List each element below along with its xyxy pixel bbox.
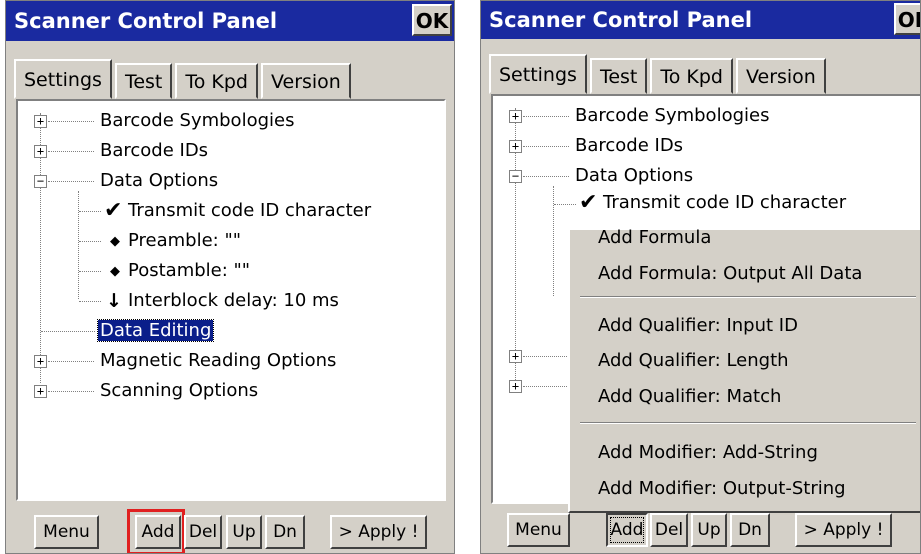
del-button[interactable]: Del [184, 515, 222, 549]
tree-connector [523, 356, 569, 357]
tree-connector [79, 211, 101, 212]
tree-item-barcode-ids[interactable]: Barcode IDs [575, 132, 683, 160]
menu-separator [580, 422, 916, 424]
tree-item-barcode-ids[interactable]: Barcode IDs [100, 137, 208, 165]
tree-connector [48, 181, 94, 182]
add-button[interactable]: Add [606, 513, 648, 547]
diamond-icon: ◆ [110, 264, 120, 279]
expand-icon[interactable]: + [34, 145, 47, 158]
ok-button[interactable]: OK [412, 4, 452, 36]
tab-version[interactable]: Version [260, 63, 351, 99]
menu-item-add-qualifier-length[interactable]: Add Qualifier: Length [598, 346, 789, 376]
tree-connector [48, 121, 94, 122]
add-context-menu: Add Formula Add Formula: Output All Data… [568, 227, 920, 513]
tab-settings[interactable]: Settings [14, 59, 112, 99]
tree-guide-line [553, 186, 554, 296]
tree-item-magnetic-reading[interactable]: Magnetic Reading Options [100, 347, 336, 375]
tree-item-barcode-symbologies[interactable]: Barcode Symbologies [100, 107, 294, 135]
apply-button[interactable]: > Apply ! [330, 515, 427, 549]
menu-item-add-modifier-add-string[interactable]: Add Modifier: Add-String [598, 438, 818, 468]
bottom-button-bar: Menu Add Del Up Dn > Apply ! [6, 501, 454, 553]
menu-item-add-formula-output-all[interactable]: Add Formula: Output All Data [598, 259, 862, 289]
highlight-box [127, 509, 185, 553]
tree-connector [79, 241, 101, 242]
collapse-icon[interactable]: − [34, 175, 47, 188]
tree-connector [523, 386, 569, 387]
window-title: Scanner Control Panel [489, 8, 753, 32]
dn-button[interactable]: Dn [730, 513, 770, 547]
tree-connector [79, 271, 101, 272]
ok-button[interactable]: OK [894, 3, 920, 35]
tab-test[interactable]: Test [589, 58, 648, 94]
tree-connector [79, 301, 101, 302]
expand-icon[interactable]: + [509, 110, 522, 123]
title-bar: Scanner Control Panel OK [481, 1, 920, 39]
dn-button[interactable]: Dn [265, 515, 305, 549]
settings-tree: + Barcode Symbologies + Barcode IDs − Da… [16, 99, 446, 501]
expand-icon[interactable]: + [509, 140, 522, 153]
tab-strip: Settings Test To Kpd Version [489, 54, 829, 94]
tree-item-data-editing[interactable]: Data Editing [96, 319, 215, 342]
tab-to-kpd[interactable]: To Kpd [650, 58, 733, 94]
tree-item-preamble[interactable]: Preamble: "" [128, 227, 241, 255]
tree-connector [48, 361, 94, 362]
menu-button[interactable]: Menu [507, 513, 570, 547]
menu-item-add-qualifier-match[interactable]: Add Qualifier: Match [598, 382, 781, 412]
collapse-icon[interactable]: − [509, 170, 522, 183]
tree-connector [41, 331, 95, 332]
menu-button[interactable]: Menu [34, 515, 99, 549]
tree-guide-line [78, 191, 79, 299]
expand-icon[interactable]: + [509, 380, 522, 393]
tree-item-transmit-code-id[interactable]: Transmit code ID character [603, 189, 846, 217]
scanner-control-panel-right: Scanner Control Panel OK Settings Test T… [480, 0, 921, 554]
tree-connector [523, 176, 569, 177]
menu-item-add-qualifier-input-id[interactable]: Add Qualifier: Input ID [598, 311, 798, 341]
expand-icon[interactable]: + [509, 350, 522, 363]
bottom-button-bar: Menu Add Del Up Dn > Apply ! [481, 499, 920, 553]
scanner-control-panel-left: Scanner Control Panel OK Settings Test T… [5, 0, 455, 554]
up-button[interactable]: Up [691, 513, 727, 547]
tree-item-data-options[interactable]: Data Options [100, 167, 218, 195]
tab-strip: Settings Test To Kpd Version [14, 59, 354, 99]
down-arrow-icon: ↓ [106, 290, 122, 312]
tree-item-data-options[interactable]: Data Options [575, 162, 693, 190]
checkmark-icon: ✔ [104, 198, 123, 223]
tree-item-transmit-code-id[interactable]: Transmit code ID character [128, 197, 371, 225]
menu-item-add-formula[interactable]: Add Formula [598, 223, 711, 253]
window-title: Scanner Control Panel [14, 9, 278, 33]
tab-test[interactable]: Test [114, 63, 173, 99]
del-button[interactable]: Del [650, 513, 688, 547]
expand-icon[interactable]: + [34, 385, 47, 398]
up-button[interactable]: Up [226, 515, 262, 549]
tree-connector [554, 204, 576, 205]
tab-to-kpd[interactable]: To Kpd [175, 63, 258, 99]
tree-connector [523, 116, 569, 117]
tab-settings[interactable]: Settings [489, 54, 587, 94]
tab-version[interactable]: Version [735, 58, 826, 94]
apply-button[interactable]: > Apply ! [795, 513, 892, 547]
diamond-icon: ◆ [110, 234, 120, 249]
title-bar: Scanner Control Panel OK [6, 1, 454, 41]
menu-separator [580, 296, 916, 298]
tree-item-postamble[interactable]: Postamble: "" [128, 257, 250, 285]
tree-connector [48, 151, 94, 152]
tree-connector [48, 391, 94, 392]
tree-item-barcode-symbologies[interactable]: Barcode Symbologies [575, 102, 769, 130]
tree-item-interblock-delay[interactable]: Interblock delay: 10 ms [128, 287, 339, 315]
tree-item-scanning-options[interactable]: Scanning Options [100, 377, 258, 405]
expand-icon[interactable]: + [34, 355, 47, 368]
expand-icon[interactable]: + [34, 115, 47, 128]
checkmark-icon: ✔ [579, 190, 598, 215]
tree-connector [523, 146, 569, 147]
